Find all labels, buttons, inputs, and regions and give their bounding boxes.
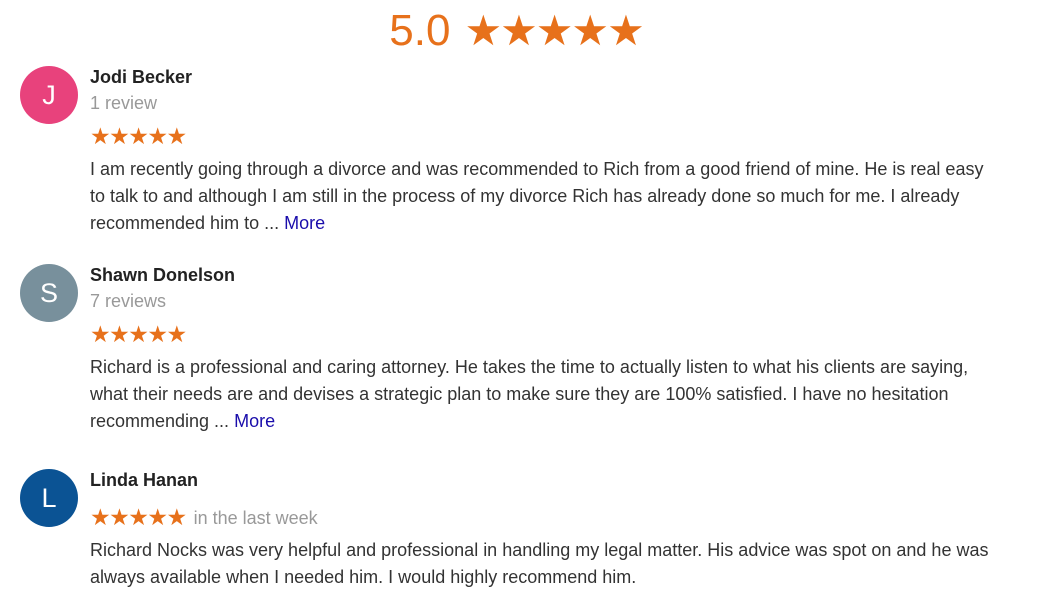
avatar[interactable]: J [20,66,78,124]
review-text-content: Richard Nocks was very helpful and profe… [90,540,989,587]
review-body: Jodi Becker 1 review ★★★★★ I am recently… [90,66,990,237]
star-rating-icon: ★★★★★ [90,504,187,530]
reviewer-name[interactable]: Jodi Becker [90,66,990,88]
review-time: in the last week [193,508,318,528]
reviewer-review-count[interactable]: 1 review [90,92,990,114]
review-text: Richard Nocks was very helpful and profe… [90,537,990,591]
review-text-content: I am recently going through a divorce an… [90,159,984,233]
review-text-content: Richard is a professional and caring att… [90,357,969,431]
more-link[interactable]: More [234,411,275,431]
reviewer-name[interactable]: Shawn Donelson [90,264,990,286]
more-link[interactable]: More [284,213,325,233]
star-rating-icon: ★★★★★ [90,123,187,149]
overall-rating: 5.0 ★★★★★ [0,6,1032,56]
avatar[interactable]: L [20,469,78,527]
star-rating-icon: ★★★★★ [90,321,187,347]
review-body: Shawn Donelson 7 reviews ★★★★★ Richard i… [90,264,990,435]
avatar[interactable]: S [20,264,78,322]
review-text: I am recently going through a divorce an… [90,156,990,237]
overall-rating-score: 5.0 [389,6,451,55]
review-rating: ★★★★★ in the last week [90,505,990,533]
review-text: Richard is a professional and caring att… [90,354,990,435]
reviewer-review-count[interactable]: 7 reviews [90,290,990,312]
overall-rating-stars-icon: ★★★★★ [464,6,644,54]
review-rating: ★★★★★ [90,322,990,350]
reviewer-name[interactable]: Linda Hanan [90,469,990,491]
review-rating: ★★★★★ [90,124,990,152]
review-body: Linda Hanan ★★★★★ in the last week Richar… [90,469,990,591]
